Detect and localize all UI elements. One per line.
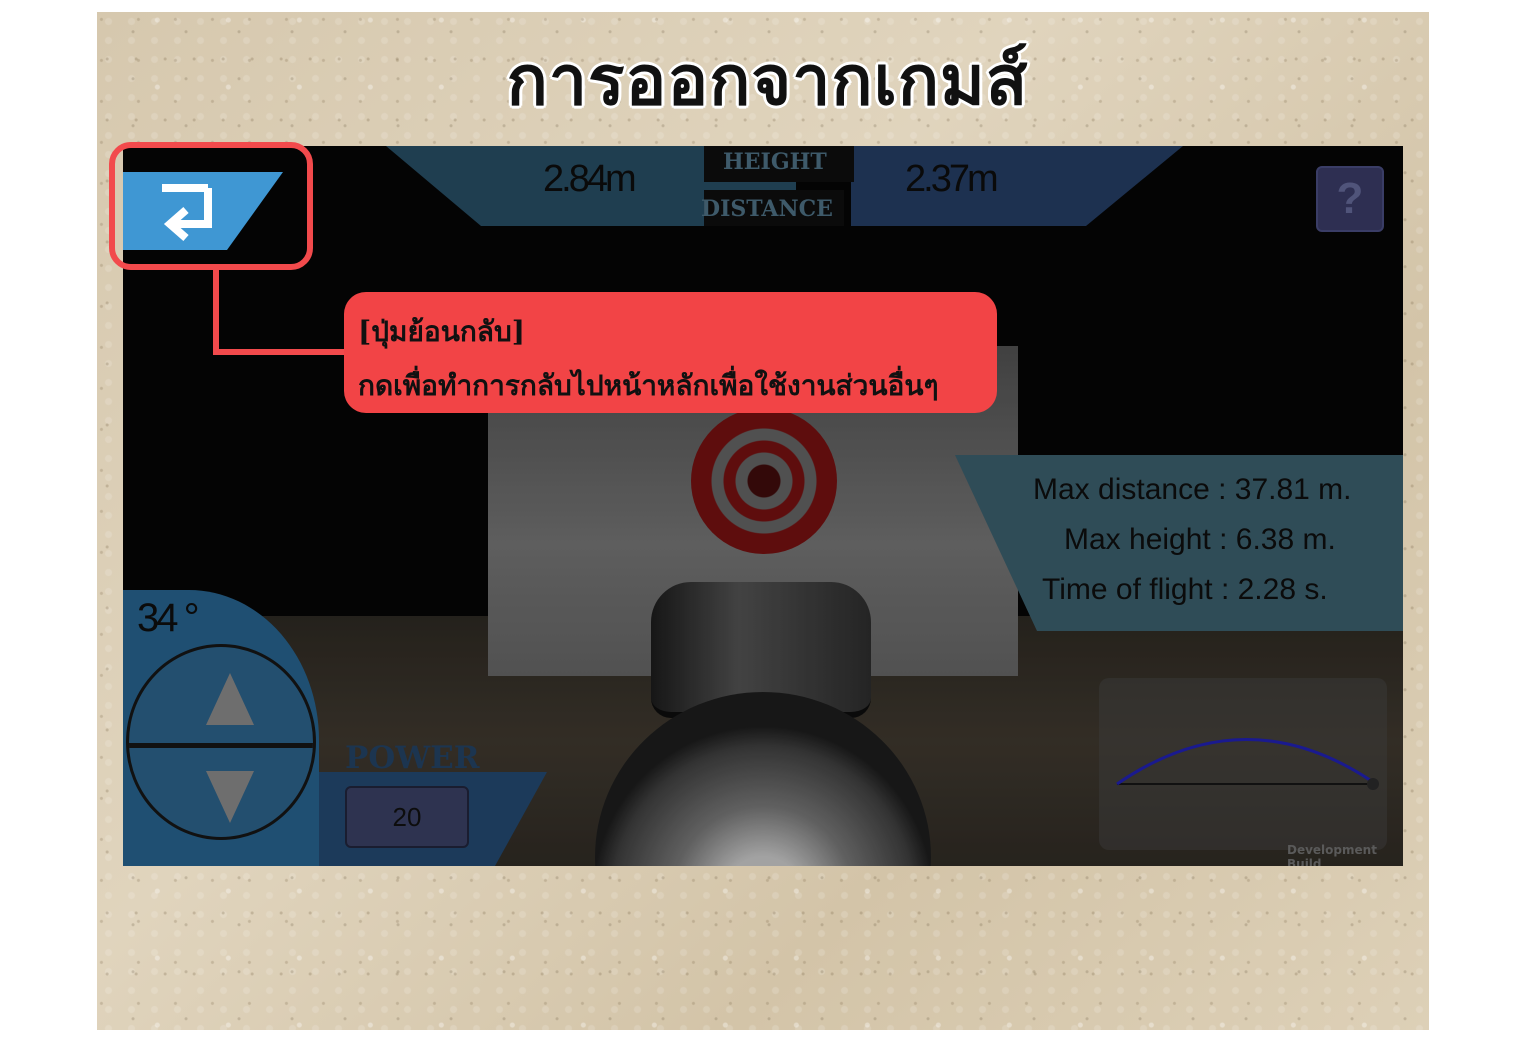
angle-readout: 34 ° xyxy=(137,596,200,640)
development-build-label: Development Build xyxy=(1287,843,1377,866)
power-label: POWER xyxy=(345,740,480,776)
max-distance-text: Max distance : 37.81 m. xyxy=(1033,473,1352,506)
callout-connector-vertical xyxy=(213,270,219,354)
time-of-flight-text: Time of flight : 2.28 s. xyxy=(1042,573,1328,606)
back-button-highlight xyxy=(109,142,313,270)
callout-description: กดเพื่อทำการกลับไปหน้าหลักเพื่อใช้งานส่ว… xyxy=(358,369,939,402)
height-label: HEIGHT xyxy=(723,149,827,175)
height-value: 2.84m xyxy=(543,158,637,200)
callout-box: [ปุ่มย้อนกลับ] กดเพื่อทำการกลับไปหน้าหลั… xyxy=(344,292,997,413)
game-viewport: 2.84m HEIGHT DISTANCE 2.37m ? Max distan… xyxy=(123,146,1403,866)
angle-down-button[interactable] xyxy=(206,771,254,823)
max-height-text: Max height : 6.38 m. xyxy=(1064,523,1336,556)
slide-title: การออกจากเกมส์ xyxy=(506,41,1029,121)
angle-up-button[interactable] xyxy=(206,673,254,725)
dial-divider xyxy=(129,743,313,748)
angle-dial xyxy=(126,644,316,840)
trajectory-graph xyxy=(1116,738,1379,790)
trajectory-arc xyxy=(1116,738,1374,786)
callout-connector-horizontal xyxy=(213,349,353,355)
distance-value: 2.37m xyxy=(905,158,999,200)
projectile-dot xyxy=(1367,778,1379,790)
callout-title: [ปุ่มย้อนกลับ] xyxy=(358,315,525,348)
trajectory-preview xyxy=(1099,678,1387,850)
help-button[interactable]: ? xyxy=(1316,166,1384,232)
distance-label: DISTANCE xyxy=(701,196,833,222)
power-input[interactable]: 20 xyxy=(345,786,469,848)
